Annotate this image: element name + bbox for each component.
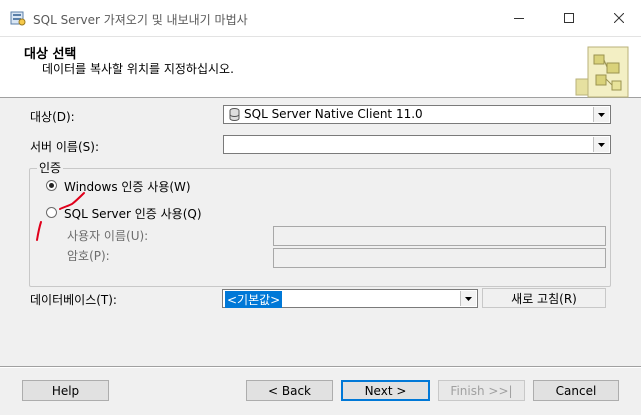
minimize-button[interactable]	[496, 0, 542, 36]
cancel-button[interactable]: Cancel	[533, 380, 619, 401]
finish-button[interactable]: Finish >>|	[438, 380, 525, 401]
handwritten-annotation-mark	[36, 192, 85, 241]
server-name-label: 서버 이름(S):	[30, 140, 99, 154]
wizard-graphic-icon	[575, 46, 629, 98]
back-button[interactable]: < Back	[246, 380, 333, 401]
username-input[interactable]	[273, 226, 606, 246]
close-button[interactable]	[596, 0, 641, 36]
page-subtitle: 데이터를 복사할 위치를 지정하십시오.	[42, 62, 234, 76]
password-input[interactable]	[273, 248, 606, 268]
next-button[interactable]: Next >	[341, 380, 430, 401]
destination-label: 대상(D):	[30, 110, 75, 124]
authentication-group-label: 인증	[37, 159, 64, 176]
database-icon	[229, 108, 240, 121]
footer-separator	[0, 366, 641, 368]
destination-value: SQL Server Native Client 11.0	[244, 107, 423, 121]
database-combo[interactable]: <기본값>	[222, 289, 478, 308]
refresh-button[interactable]: 새로 고침(R)	[482, 288, 606, 308]
maximize-icon	[564, 13, 574, 23]
help-button[interactable]: Help	[22, 380, 109, 401]
database-label: 데이터베이스(T):	[30, 293, 117, 307]
title-bar[interactable]: SQL Server 가져오기 및 내보내기 마법사	[0, 0, 641, 37]
close-icon	[614, 13, 624, 23]
database-value: <기본값>	[225, 291, 283, 308]
chevron-down-icon[interactable]	[593, 137, 609, 152]
minimize-icon	[514, 18, 524, 19]
chevron-down-icon[interactable]	[593, 107, 609, 122]
database-wizard-icon	[10, 11, 26, 26]
password-label: 암호(P):	[67, 249, 110, 263]
server-name-combo[interactable]	[223, 135, 611, 154]
chevron-down-icon[interactable]	[460, 291, 476, 306]
maximize-button[interactable]	[546, 0, 592, 36]
window-title: SQL Server 가져오기 및 내보내기 마법사	[33, 13, 248, 27]
destination-combo[interactable]: SQL Server Native Client 11.0	[223, 105, 611, 124]
wizard-header: 대상 선택 데이터를 복사할 위치를 지정하십시오.	[0, 37, 641, 98]
